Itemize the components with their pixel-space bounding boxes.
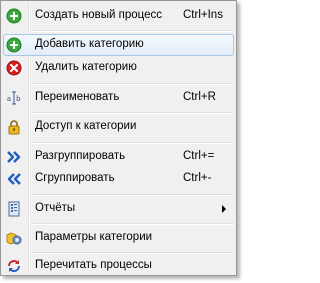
plus-circle-green-icon (6, 8, 22, 24)
category-settings-icon (6, 230, 22, 246)
menu-item-reports[interactable]: Отчёты (3, 198, 234, 220)
submenu-arrow-icon (222, 205, 226, 213)
menu-item-label: Разгруппировать (35, 150, 126, 162)
menu-separator (31, 252, 234, 254)
svg-text:b: b (16, 95, 21, 103)
menu-item-category-access[interactable]: Доступ к категории (3, 116, 234, 138)
menu-item-rename[interactable]: a b Переименовать Ctrl+R (3, 87, 234, 109)
menu-item-label: Доступ к категории (35, 120, 137, 132)
menu-item-label: Создать новый процесс (35, 9, 163, 21)
menu-item-shortcut: Ctrl+= (183, 150, 215, 162)
context-menu: Создать новый процесс Ctrl+Ins Добавить … (0, 0, 237, 276)
menu-item-category-settings[interactable]: Параметры категории (3, 227, 234, 249)
rename-icon: a b (6, 90, 22, 106)
menu-separator (31, 112, 234, 114)
menu-separator (31, 30, 234, 32)
menu-item-label: Отчёты (35, 202, 76, 214)
menu-separator (31, 142, 234, 144)
double-chevron-right-icon (6, 149, 22, 165)
menu-item-label: Перечитать процессы (35, 259, 152, 271)
menu-item-delete-category[interactable]: Удалить категорию (3, 57, 234, 79)
menu-item-ungroup[interactable]: Разгруппировать Ctrl+= (3, 146, 234, 168)
svg-text:a: a (7, 95, 11, 103)
menu-item-label: Параметры категории (35, 231, 153, 243)
menu-item-create-process[interactable]: Создать новый процесс Ctrl+Ins (3, 5, 234, 27)
double-chevron-left-icon (6, 171, 22, 187)
menu-item-label: Сгруппировать (35, 172, 115, 184)
menu-separator (31, 83, 234, 85)
padlock-icon (6, 119, 22, 135)
menu-item-group[interactable]: Сгруппировать Ctrl+- (3, 168, 234, 190)
menu-item-add-category[interactable]: Добавить категорию (3, 34, 234, 56)
menu-separator (31, 223, 234, 225)
report-icon (6, 201, 22, 217)
menu-item-shortcut: Ctrl+Ins (183, 9, 223, 21)
menu-item-shortcut: Ctrl+R (183, 91, 216, 103)
menu-item-label: Добавить категорию (35, 38, 144, 50)
delete-circle-red-icon (6, 60, 22, 76)
reload-icon (6, 258, 22, 274)
plus-circle-green-icon (6, 37, 22, 53)
menu-separator (31, 194, 234, 196)
menu-item-shortcut: Ctrl+- (183, 172, 212, 184)
menu-item-label: Удалить категорию (35, 61, 137, 73)
menu-item-label: Переименовать (35, 91, 120, 103)
menu-item-reload-processes[interactable]: Перечитать процессы (3, 255, 234, 277)
